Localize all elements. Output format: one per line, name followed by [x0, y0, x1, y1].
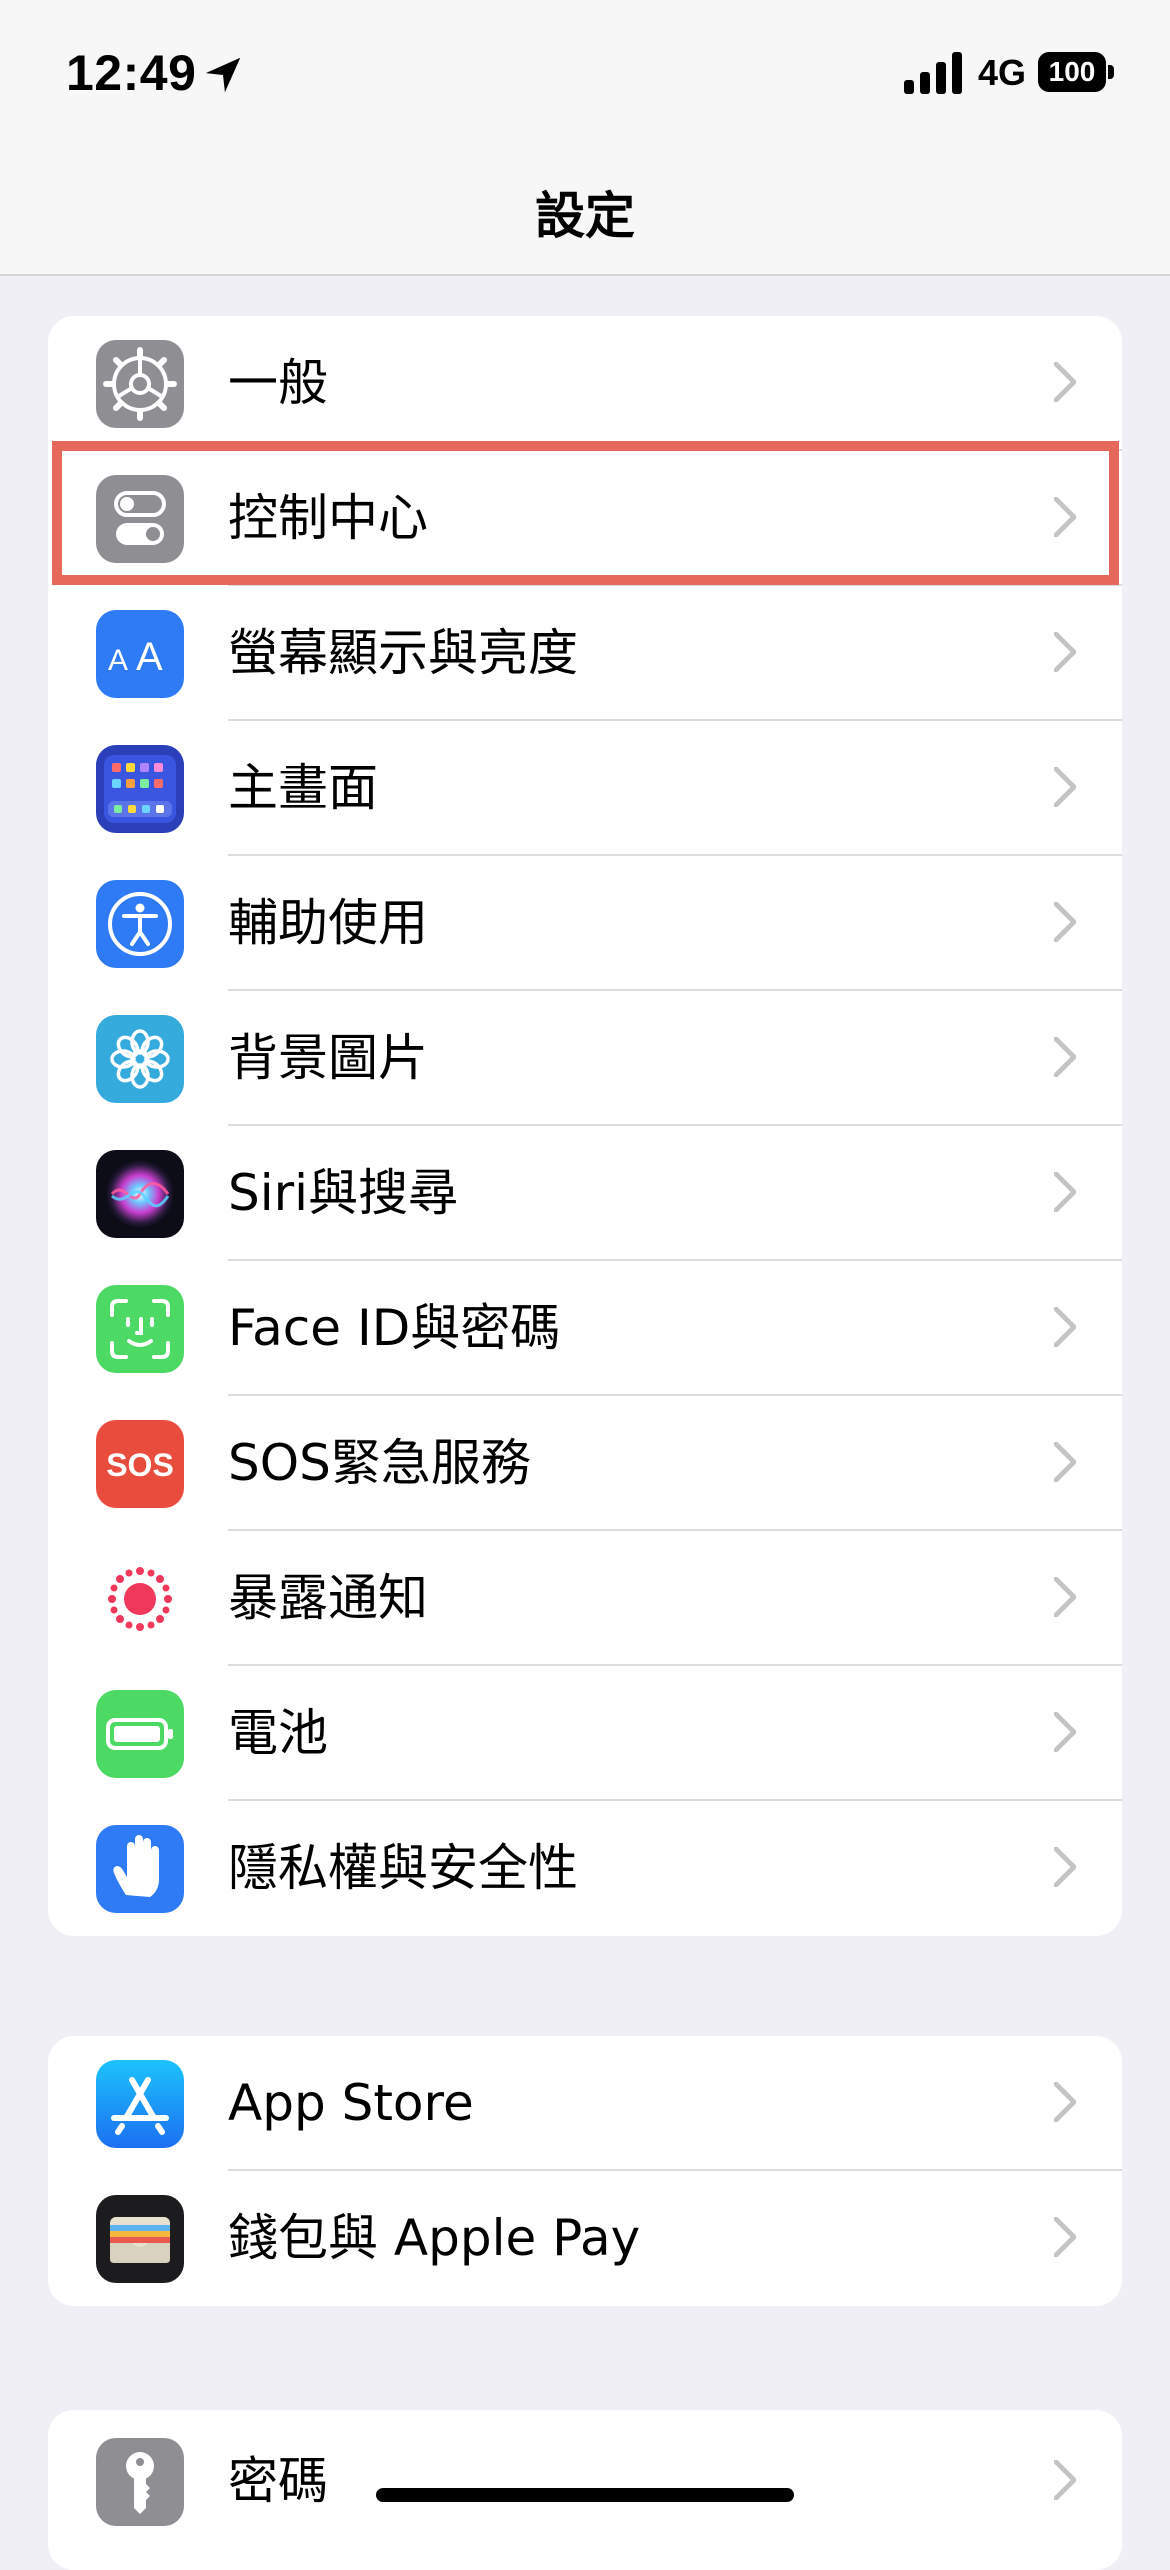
accessibility-icon: [96, 880, 184, 968]
chevron-right-icon: [1054, 767, 1076, 807]
battery-level: 100: [1038, 52, 1106, 92]
chevron-right-icon: [1054, 1307, 1076, 1347]
status-time: 12:49: [66, 45, 197, 101]
wallet-icon: [96, 2195, 184, 2283]
svg-text:A: A: [108, 644, 128, 677]
status-bar: 12:49 4G 100: [0, 0, 1170, 150]
sos-icon-text: SOS: [106, 1447, 174, 1483]
page-title: 設定: [535, 187, 635, 245]
key-icon: [96, 2438, 184, 2526]
settings-row-label: 背景圖片: [228, 1029, 428, 1087]
settings-row-label: 螢幕顯示與亮度: [228, 624, 578, 682]
face-id-icon: [96, 1285, 184, 1373]
navigation-bar: 設定: [0, 150, 1170, 276]
settings-row-siri-search[interactable]: Siri與搜尋: [48, 1126, 1122, 1261]
chevron-right-icon: [1054, 1847, 1076, 1887]
location-arrow-icon: [205, 57, 241, 93]
home-grid-icon: [96, 745, 184, 833]
settings-row-label: App Store: [228, 2074, 474, 2132]
settings-row-accessibility[interactable]: 輔助使用: [48, 856, 1122, 991]
settings-row-face-id-passcode[interactable]: Face ID與密碼: [48, 1261, 1122, 1396]
chevron-right-icon: [1054, 1712, 1076, 1752]
hand-icon: [96, 1825, 184, 1913]
chevron-right-icon: [1054, 1037, 1076, 1077]
chevron-right-icon: [1054, 902, 1076, 942]
settings-row-app-store[interactable]: App Store: [48, 2036, 1122, 2171]
settings-group-2: App Store 錢包與 Apple Pay: [48, 2036, 1122, 2306]
sos-icon: SOS: [96, 1420, 184, 1508]
home-indicator[interactable]: [376, 2488, 794, 2502]
toggles-icon: [96, 475, 184, 563]
battery-cap: [1108, 65, 1114, 79]
settings-row-wallpaper[interactable]: 背景圖片: [48, 991, 1122, 1126]
chevron-right-icon: [1054, 2082, 1076, 2122]
settings-row-wallet-apple-pay[interactable]: 錢包與 Apple Pay: [48, 2171, 1122, 2306]
chevron-right-icon: [1054, 497, 1076, 537]
settings-row-label: 主畫面: [228, 759, 378, 817]
chevron-right-icon: [1054, 1442, 1076, 1482]
chevron-right-icon: [1054, 1577, 1076, 1617]
settings-row-label: SOS緊急服務: [228, 1434, 531, 1492]
settings-row-label: 輔助使用: [228, 894, 428, 952]
settings-group-1: 一般 控制中心 A A 螢幕顯示與亮度 主畫面 輔助使用 背景圖片 Siri與搜…: [48, 316, 1122, 1936]
settings-row-emergency-sos[interactable]: SOS SOS緊急服務: [48, 1396, 1122, 1531]
settings-row-label: 密碼: [228, 2452, 328, 2510]
app-store-icon: [96, 2060, 184, 2148]
settings-row-privacy-security[interactable]: 隱私權與安全性: [48, 1801, 1122, 1936]
svg-text:A: A: [136, 635, 163, 679]
battery-indicator: 100: [1038, 52, 1114, 92]
chevron-right-icon: [1054, 2217, 1076, 2257]
settings-row-control-center[interactable]: 控制中心: [48, 451, 1122, 586]
siri-icon: [96, 1150, 184, 1238]
network-type: 4G: [978, 52, 1027, 93]
chevron-right-icon: [1054, 632, 1076, 672]
settings-row-home-screen[interactable]: 主畫面: [48, 721, 1122, 856]
chevron-right-icon: [1054, 362, 1076, 402]
settings-row-battery[interactable]: 電池: [48, 1666, 1122, 1801]
settings-row-label: 一般: [228, 354, 328, 412]
text-size-icon: A A: [96, 610, 184, 698]
settings-row-exposure-notifications[interactable]: 暴露通知: [48, 1531, 1122, 1666]
settings-row-label: 暴露通知: [228, 1569, 428, 1627]
settings-row-display-brightness[interactable]: A A 螢幕顯示與亮度: [48, 586, 1122, 721]
settings-row-label: 錢包與 Apple Pay: [228, 2209, 641, 2267]
battery-icon: [96, 1690, 184, 1778]
settings-row-label: 隱私權與安全性: [228, 1839, 578, 1897]
flower-icon: [96, 1015, 184, 1103]
settings-row-label: 控制中心: [228, 489, 428, 547]
settings-row-passwords[interactable]: 密碼: [48, 2414, 1122, 2549]
chevron-right-icon: [1054, 2460, 1076, 2500]
chevron-right-icon: [1054, 1172, 1076, 1212]
exposure-icon: [96, 1555, 184, 1643]
settings-row-label: Siri與搜尋: [228, 1164, 459, 1222]
settings-row-general[interactable]: 一般: [48, 316, 1122, 451]
cellular-signal-icon: [904, 52, 962, 94]
settings-row-label: Face ID與密碼: [228, 1299, 561, 1357]
settings-row-label: 電池: [228, 1704, 328, 1762]
gear-icon: [96, 340, 184, 428]
